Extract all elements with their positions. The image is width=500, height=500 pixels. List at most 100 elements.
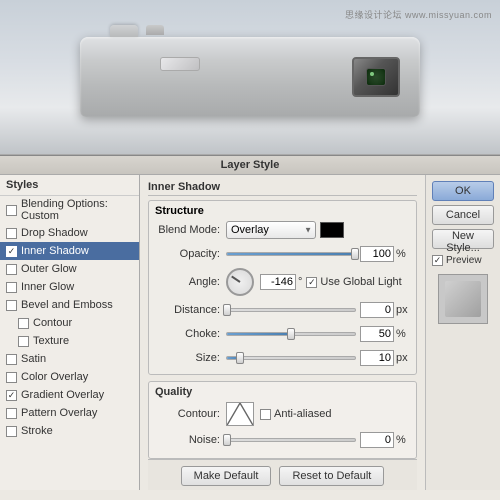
quality-title: Quality	[155, 386, 410, 398]
inner-shadow-panel: Inner Shadow Structure Blend Mode: Overl…	[140, 175, 425, 490]
camera-viewfinder-inner	[366, 68, 386, 86]
styles-panel: Styles Blending Options: CustomDrop Shad…	[0, 175, 140, 490]
camera-top-buttons	[110, 25, 164, 37]
sidebar-item-inner-glow[interactable]: Inner Glow	[0, 278, 139, 296]
inner-shadow-section-title: Inner Shadow	[148, 181, 417, 196]
camera-preview: 思缘设计论坛 www.missyuan.com	[0, 0, 500, 155]
choke-slider-container	[226, 332, 356, 336]
styles-list: Blending Options: Custom Drop Shadow Inner…	[0, 196, 139, 440]
bottom-buttons: Make Default Reset to Default	[148, 459, 417, 490]
distance-slider-track[interactable]	[226, 308, 356, 312]
distance-label: Distance:	[155, 304, 220, 316]
sidebar-item-color-overlay[interactable]: Color Overlay	[0, 368, 139, 386]
sidebar-item-satin[interactable]: Satin	[0, 350, 139, 368]
sidebar-item-inner-shadow[interactable]: Inner Shadow	[0, 242, 139, 260]
choke-slider-thumb[interactable]	[287, 328, 295, 340]
checkbox-pattern-overlay[interactable]	[6, 408, 17, 419]
checkbox-bevel-emboss[interactable]	[6, 300, 17, 311]
size-row: Size: px	[155, 348, 410, 368]
choke-input[interactable]	[360, 326, 394, 342]
size-slider-container	[226, 356, 356, 360]
sidebar-item-texture[interactable]: Texture	[0, 332, 139, 350]
sidebar-item-bevel-emboss[interactable]: Bevel and Emboss	[0, 296, 139, 314]
cancel-button[interactable]: Cancel	[432, 205, 494, 225]
make-default-button[interactable]: Make Default	[181, 466, 272, 486]
contour-preview[interactable]	[226, 402, 254, 426]
label-inner-glow: Inner Glow	[21, 281, 74, 293]
ok-button[interactable]: OK	[432, 181, 494, 201]
distance-slider-container	[226, 308, 356, 312]
size-label: Size:	[155, 352, 220, 364]
size-slider-thumb[interactable]	[236, 352, 244, 364]
use-global-light-label[interactable]: ✓ Use Global Light	[306, 276, 401, 288]
reset-to-default-button[interactable]: Reset to Default	[279, 466, 384, 486]
label-blending-options: Blending Options: Custom	[21, 198, 133, 222]
anti-aliased-label[interactable]: Anti-aliased	[260, 408, 331, 420]
noise-slider-track[interactable]	[226, 438, 356, 442]
size-input[interactable]	[360, 350, 394, 366]
label-contour: Contour	[33, 317, 72, 329]
blend-mode-dropdown-arrow: ▼	[304, 226, 312, 235]
blend-mode-color-swatch[interactable]	[320, 222, 344, 238]
size-unit: px	[396, 352, 410, 364]
distance-input[interactable]	[360, 302, 394, 318]
checkbox-texture[interactable]	[18, 336, 29, 347]
camera-zoom	[146, 25, 164, 35]
sidebar-item-contour[interactable]: Contour	[0, 314, 139, 332]
label-color-overlay: Color Overlay	[21, 371, 88, 383]
blend-mode-row: Blend Mode: Overlay ▼	[155, 220, 410, 240]
opacity-slider-fill	[227, 253, 355, 255]
checkbox-gradient-overlay[interactable]	[6, 390, 17, 401]
sidebar-item-blending-options[interactable]: Blending Options: Custom	[0, 196, 139, 224]
sidebar-item-drop-shadow[interactable]: Drop Shadow	[0, 224, 139, 242]
checkbox-drop-shadow[interactable]	[6, 228, 17, 239]
noise-slider-thumb[interactable]	[223, 434, 231, 446]
structure-section: Structure Blend Mode: Overlay ▼ Opacity:	[148, 200, 417, 375]
anti-aliased-checkbox[interactable]	[260, 409, 271, 420]
preview-row: ✓ Preview	[432, 255, 494, 266]
preview-inner	[445, 281, 481, 317]
noise-input[interactable]	[360, 432, 394, 448]
distance-slider-thumb[interactable]	[223, 304, 231, 316]
checkbox-color-overlay[interactable]	[6, 372, 17, 383]
angle-input[interactable]	[260, 274, 296, 290]
contour-label: Contour:	[155, 408, 220, 420]
label-gradient-overlay: Gradient Overlay	[21, 389, 104, 401]
sidebar-item-stroke[interactable]: Stroke	[0, 422, 139, 440]
noise-label: Noise:	[155, 434, 220, 446]
quality-section: Quality Contour: Anti-aliased Noise:	[148, 381, 417, 459]
checkbox-inner-glow[interactable]	[6, 282, 17, 293]
sidebar-item-gradient-overlay[interactable]: Gradient Overlay	[0, 386, 139, 404]
label-satin: Satin	[21, 353, 46, 365]
opacity-slider-thumb[interactable]	[351, 248, 359, 260]
angle-dial[interactable]	[226, 268, 254, 296]
label-bevel-emboss: Bevel and Emboss	[21, 299, 113, 311]
use-global-light-checkbox[interactable]: ✓	[306, 277, 317, 288]
structure-title: Structure	[155, 205, 410, 217]
new-style-button[interactable]: New Style...	[432, 229, 494, 249]
distance-unit: px	[396, 304, 410, 316]
checkbox-satin[interactable]	[6, 354, 17, 365]
camera-body	[80, 37, 420, 117]
label-drop-shadow: Drop Shadow	[21, 227, 88, 239]
opacity-row: Opacity: %	[155, 244, 410, 264]
checkbox-outer-glow[interactable]	[6, 264, 17, 275]
opacity-unit: %	[396, 248, 410, 260]
opacity-slider-track[interactable]	[226, 252, 356, 256]
noise-slider-container	[226, 438, 356, 442]
sidebar-item-outer-glow[interactable]: Outer Glow	[0, 260, 139, 278]
checkbox-blending-options[interactable]	[6, 205, 17, 216]
dialog-title: Layer Style	[0, 156, 500, 175]
choke-slider-track[interactable]	[226, 332, 356, 336]
checkbox-contour[interactable]	[18, 318, 29, 329]
angle-row: Angle: ° ✓ Use Global Light	[155, 268, 410, 296]
opacity-input[interactable]	[360, 246, 394, 262]
size-slider-track[interactable]	[226, 356, 356, 360]
checkbox-inner-shadow[interactable]	[6, 246, 17, 257]
camera-flash	[160, 57, 200, 71]
checkbox-stroke[interactable]	[6, 426, 17, 437]
preview-checkbox[interactable]: ✓	[432, 255, 443, 266]
watermark: 思缘设计论坛 www.missyuan.com	[345, 8, 492, 21]
sidebar-item-pattern-overlay[interactable]: Pattern Overlay	[0, 404, 139, 422]
blend-mode-dropdown[interactable]: Overlay ▼	[226, 221, 316, 239]
